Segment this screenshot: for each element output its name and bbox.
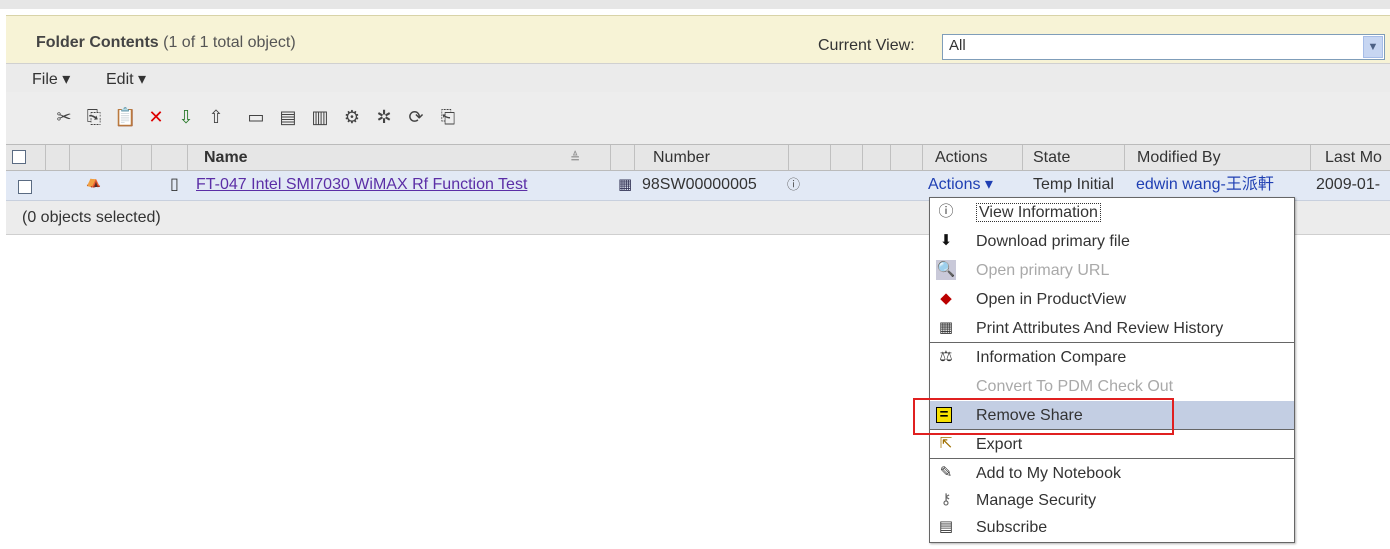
menu-item-label: Information Compare xyxy=(976,349,1127,366)
file-menu[interactable]: File ▾ xyxy=(32,69,70,89)
print-icon: ▦ xyxy=(938,319,954,336)
menu-item-label: Export xyxy=(976,436,1023,453)
subscribe-icon: ▤ xyxy=(938,518,954,535)
menu-item-convert-to-pdm-check-out[interactable]: Convert To PDM Check Out xyxy=(930,372,1294,401)
checkout-icon[interactable]: ⇩ xyxy=(176,107,196,127)
name-header-label: Name xyxy=(204,149,248,166)
number-header[interactable]: Number xyxy=(635,145,789,170)
info-icon: ⓘ xyxy=(938,203,954,220)
menu-item-download-primary-file[interactable]: ⬇ Download primary file xyxy=(930,227,1294,256)
folder-title: Folder Contents (1 of 1 total object) xyxy=(36,34,296,52)
productview-icon: ◆ xyxy=(940,290,952,307)
row-checkbox[interactable] xyxy=(18,180,32,194)
current-view-label: Current View: xyxy=(818,37,915,54)
header-col-type xyxy=(611,145,635,170)
new-item-icon[interactable]: ⎗ xyxy=(438,107,458,127)
menu-item-add-to-my-notebook[interactable]: ✎ Add to My Notebook xyxy=(930,459,1294,488)
info-icon[interactable]: ⓘ xyxy=(781,171,805,200)
new-document-icon[interactable]: ▤ xyxy=(278,107,298,127)
document-type-icon[interactable]: ▦ xyxy=(612,171,636,200)
last-modified-cell: 2009-01- xyxy=(1316,176,1381,193)
state-cell: Temp Initial xyxy=(1033,176,1114,193)
share-icon: ⛺ xyxy=(86,174,101,188)
current-view-value: All xyxy=(949,37,966,54)
download-icon: ⬇ xyxy=(939,232,953,249)
menu-item-label: Print Attributes And Review History xyxy=(976,320,1224,337)
header-col-3 xyxy=(122,145,152,170)
object-count: (1 of 1 total object) xyxy=(163,34,296,51)
header-col-1 xyxy=(46,145,70,170)
chevron-down-icon[interactable]: ▼ xyxy=(1363,36,1383,58)
top-strip xyxy=(0,0,1390,9)
name-header[interactable]: Name ≜ xyxy=(188,145,611,170)
menu-item-subscribe[interactable]: ▤ Subscribe xyxy=(930,513,1294,542)
paste-icon[interactable]: 📋 xyxy=(114,107,136,127)
header-col-2 xyxy=(70,145,122,170)
menu-item-information-compare[interactable]: ⚖ Information Compare xyxy=(930,343,1294,372)
url-icon: 🔍 xyxy=(936,260,956,280)
table-header: Name ≜ Number Actions State Modified By … xyxy=(6,144,1390,171)
refresh-icon[interactable]: ⟳ xyxy=(406,107,426,127)
document-icon: ▯ xyxy=(170,176,179,193)
new-folder-icon[interactable]: ▭ xyxy=(246,107,266,127)
delete-icon[interactable]: ✕ xyxy=(146,107,166,127)
edit-menu[interactable]: Edit ▾ xyxy=(106,69,146,89)
menu-item-label: Open in ProductView xyxy=(976,291,1127,308)
sort-icon[interactable]: ≜ xyxy=(570,145,580,170)
header-col-8 xyxy=(891,145,923,170)
document-name-link[interactable]: FT-047 Intel SMI7030 WiMAX Rf Function T… xyxy=(196,176,527,193)
menu-item-label: Open primary URL xyxy=(976,262,1110,279)
multi-settings-icon[interactable]: ✲ xyxy=(374,107,394,127)
menu-item-label: Manage Security xyxy=(976,492,1097,509)
modified-by-header[interactable]: Modified By xyxy=(1125,145,1311,170)
name-cell: FT-047 Intel SMI7030 WiMAX Rf Function T… xyxy=(190,171,610,200)
export-icon: ⇱ xyxy=(939,435,953,452)
checkin-icon[interactable]: ⇧ xyxy=(206,107,226,127)
actions-menu: ⓘ View Information ⬇ Download primary fi… xyxy=(929,197,1295,543)
state-header[interactable]: State xyxy=(1023,145,1125,170)
last-modified-header[interactable]: Last Mo xyxy=(1311,145,1390,170)
menu-item-label: Convert To PDM Check Out xyxy=(976,378,1174,395)
menu-item-label: Subscribe xyxy=(976,519,1048,536)
menu-item-view-information[interactable]: ⓘ View Information xyxy=(930,198,1294,227)
number-cell: 98SW00000005 xyxy=(642,176,757,193)
settings-icon[interactable]: ⚙ xyxy=(342,107,362,127)
folder-title-text: Folder Contents xyxy=(36,34,159,51)
cut-icon[interactable]: ✂ xyxy=(54,107,74,127)
new-part-icon[interactable]: ▥ xyxy=(310,107,330,127)
header-col-7 xyxy=(863,145,891,170)
copy-icon[interactable]: ⎘ xyxy=(84,107,104,127)
current-view-select[interactable]: All ▼ xyxy=(942,34,1385,60)
menu-item-print-attributes[interactable]: ▦ Print Attributes And Review History xyxy=(930,314,1294,343)
select-all-checkbox[interactable] xyxy=(12,150,26,164)
menu-item-open-in-productview[interactable]: ◆ Open in ProductView xyxy=(930,285,1294,314)
menu-item-manage-security[interactable]: ⚷ Manage Security xyxy=(930,486,1294,515)
toolbar: ✂ ⎘ 📋 ✕ ⇩ ⇧ ▭ ▤ ▥ ⚙ ✲ ⟳ ⎗ xyxy=(6,92,1390,144)
menubar: File ▾ Edit ▾ xyxy=(6,63,1390,92)
header-col-4 xyxy=(152,145,188,170)
notebook-icon: ✎ xyxy=(939,464,953,481)
menu-item-label: Download primary file xyxy=(976,233,1130,250)
compare-icon: ⚖ xyxy=(939,348,953,365)
annotation-highlight-box xyxy=(913,398,1174,435)
key-icon: ⚷ xyxy=(940,491,952,508)
modified-by-link[interactable]: edwin wang-王派軒 xyxy=(1130,171,1316,200)
folder-header: Folder Contents (1 of 1 total object) Cu… xyxy=(6,15,1390,63)
menu-item-label: Add to My Notebook xyxy=(976,465,1121,482)
menu-item-label: View Information xyxy=(976,203,1101,222)
header-col-6 xyxy=(831,145,863,170)
select-all-cell xyxy=(6,145,46,170)
actions-header[interactable]: Actions xyxy=(923,145,1023,170)
actions-dropdown[interactable]: Actions ▾ xyxy=(928,171,1026,200)
header-col-5 xyxy=(789,145,831,170)
menu-item-open-primary-url[interactable]: 🔍 Open primary URL xyxy=(930,256,1294,285)
